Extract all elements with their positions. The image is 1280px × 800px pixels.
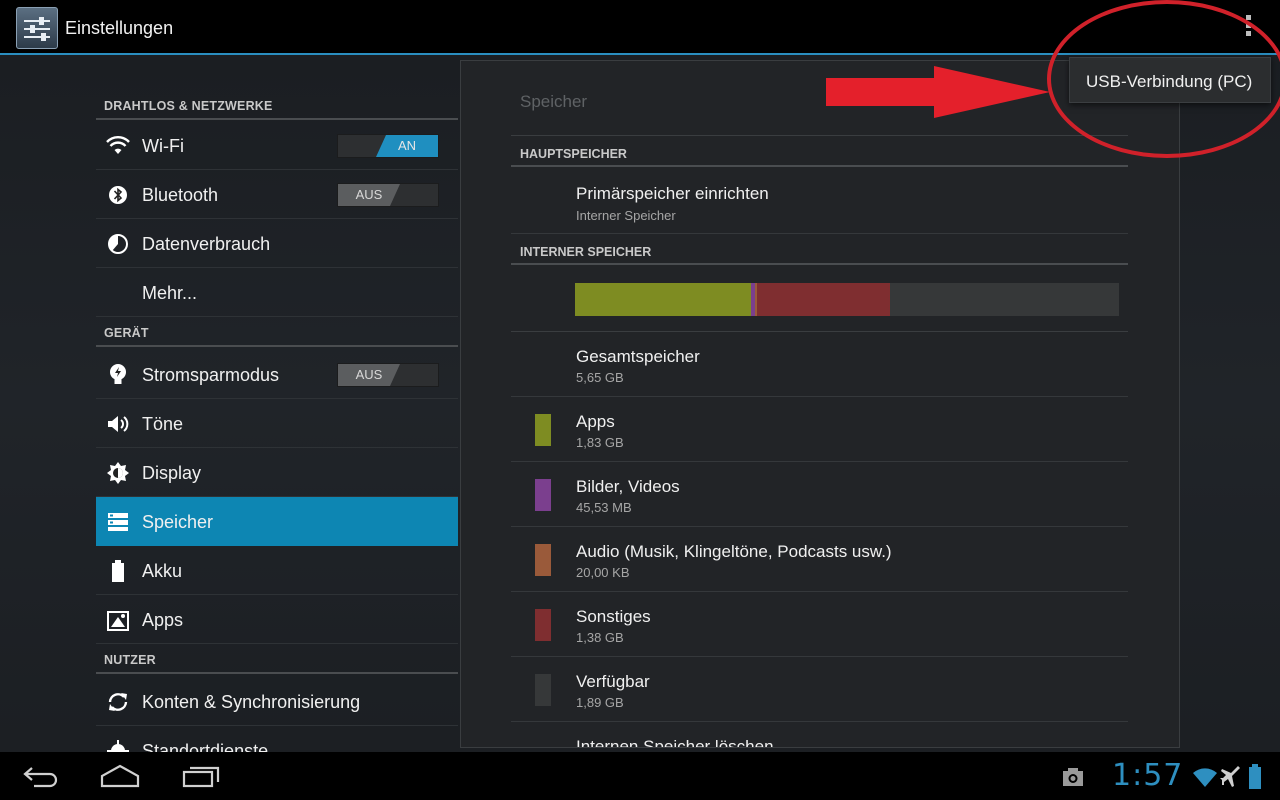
nav-item-label: Datenverbrauch — [142, 234, 271, 254]
nav-item-accounts-sync[interactable]: Konten & Synchronisierung — [96, 677, 458, 726]
back-icon[interactable] — [22, 762, 60, 790]
nav-item-label: Stromsparmodus — [142, 365, 280, 385]
row-value: 20,00 KB — [576, 565, 630, 580]
nav-section-header: DRAHTLOS & NETZWERKE — [96, 90, 458, 120]
bluetooth-icon — [106, 183, 130, 207]
nav-item-apps[interactable]: Apps — [96, 595, 458, 644]
storage-row-misc[interactable]: Sonstiges 1,38 GB — [511, 592, 1128, 657]
color-swatch — [535, 479, 551, 511]
nav-item-label: Standortdienste — [142, 741, 269, 752]
nav-item-label: Konten & Synchronisierung — [142, 692, 361, 712]
usage-segment-verfuegbar — [889, 283, 1119, 316]
storage-icon — [106, 510, 130, 534]
home-icon[interactable] — [100, 762, 140, 790]
location-icon — [106, 739, 130, 752]
nav-item-battery[interactable]: Akku — [96, 546, 458, 595]
row-value: 1,89 GB — [576, 695, 624, 710]
nav-item-location[interactable]: Standortdienste — [96, 726, 458, 752]
storage-row-total: Gesamtspeicher 5,65 GB — [511, 332, 1128, 397]
storage-row-apps[interactable]: Apps 1,83 GB — [511, 397, 1128, 462]
recent-apps-icon[interactable] — [182, 762, 220, 790]
row-title: Bilder, Videos — [576, 477, 680, 496]
wifi-signal-icon — [1193, 768, 1217, 787]
color-swatch — [535, 674, 551, 706]
annotation-circle — [1047, 0, 1280, 158]
section-header: HAUPTSPEICHER — [511, 135, 1128, 167]
pane-title: Speicher — [520, 92, 588, 111]
toggle-state: AN — [376, 135, 438, 157]
nav-item-sounds[interactable]: Töne — [96, 399, 458, 448]
row-title: Audio (Musik, Klingeltöne, Podcasts usw.… — [576, 542, 892, 561]
storage-usage-bar — [575, 283, 1119, 316]
color-swatch — [535, 609, 551, 641]
nav-item-wifi[interactable]: Wi-Fi AN — [96, 121, 458, 170]
row-title: Gesamtspeicher — [576, 347, 700, 366]
row-title: Apps — [576, 412, 615, 431]
status-clock: 1:57 — [1112, 758, 1184, 793]
settings-sliders-icon[interactable] — [16, 7, 58, 49]
nav-item-storage[interactable]: Speicher — [96, 497, 458, 546]
usage-segment-sonstiges — [757, 283, 890, 316]
speaker-icon — [106, 412, 130, 436]
screenshot-icon — [1063, 768, 1083, 786]
battery-icon — [106, 559, 130, 583]
nav-section-header: GERÄT — [96, 317, 458, 347]
brightness-icon — [106, 461, 130, 485]
nav-item-bluetooth[interactable]: Bluetooth AUS — [96, 170, 458, 219]
section-header: INTERNER SPEICHER — [511, 233, 1128, 265]
primary-storage-row[interactable]: Primärspeicher einrichten Interner Speic… — [511, 169, 1128, 234]
nav-item-label: Mehr... — [142, 283, 198, 303]
color-swatch — [535, 544, 551, 576]
row-value: 1,38 GB — [576, 630, 624, 645]
nav-item-display[interactable]: Display — [96, 448, 458, 497]
row-title: Verfügbar — [576, 672, 650, 691]
nav-item-label: Akku — [142, 561, 183, 581]
nav-item-label: Wi-Fi — [142, 136, 184, 156]
storage-pane: Speicher HAUPTSPEICHER Primärspeicher ei… — [460, 60, 1180, 748]
row-subtitle: Interner Speicher — [576, 208, 676, 223]
toggle-state: AUS — [338, 364, 400, 386]
row-value: 45,53 MB — [576, 500, 632, 515]
nav-item-label: Apps — [142, 610, 184, 630]
storage-row-available: Verfügbar 1,89 GB — [511, 657, 1128, 722]
row-value: 1,83 GB — [576, 435, 624, 450]
bluetooth-toggle[interactable]: AUS — [337, 183, 439, 207]
settings-nav: DRAHTLOS & NETZWERKE Wi-Fi AN Bluetooth … — [96, 56, 458, 752]
wifi-icon — [106, 134, 130, 158]
wifi-toggle[interactable]: AN — [337, 134, 439, 158]
data-usage-icon — [106, 232, 130, 256]
usage-segment-apps — [575, 283, 751, 316]
nav-item-label: Töne — [142, 414, 184, 434]
toggle-state: AUS — [338, 184, 400, 206]
nav-item-data-usage[interactable]: Datenverbrauch — [96, 219, 458, 268]
battery-status-icon — [1249, 764, 1261, 789]
nav-section-header: NUTZER — [96, 644, 458, 674]
airplane-mode-icon — [1220, 766, 1240, 787]
nav-item-more[interactable]: Mehr... — [96, 268, 458, 317]
apps-icon — [106, 608, 130, 632]
system-navigation-bar: 1:57 — [0, 752, 1280, 800]
erase-storage-row[interactable]: Internen Speicher löschen — [511, 722, 1128, 748]
sync-icon — [106, 690, 130, 714]
page-title: Einstellungen — [65, 18, 174, 38]
power-saving-toggle[interactable]: AUS — [337, 363, 439, 387]
row-title: Internen Speicher löschen — [576, 737, 774, 748]
storage-row-pictures[interactable]: Bilder, Videos 45,53 MB — [511, 462, 1128, 527]
row-title: Sonstiges — [576, 607, 651, 626]
row-title: Primärspeicher einrichten — [576, 184, 769, 203]
nav-item-power-saving[interactable]: Stromsparmodus AUS — [96, 350, 458, 399]
lightbulb-icon — [106, 363, 130, 387]
nav-item-label: Display — [142, 463, 202, 483]
nav-item-label: Bluetooth — [142, 185, 219, 205]
storage-row-audio[interactable]: Audio (Musik, Klingeltöne, Podcasts usw.… — [511, 527, 1128, 592]
nav-item-label: Speicher — [142, 512, 214, 532]
row-value: 5,65 GB — [576, 370, 624, 385]
annotation-arrow — [826, 66, 1050, 118]
color-swatch — [535, 414, 551, 446]
